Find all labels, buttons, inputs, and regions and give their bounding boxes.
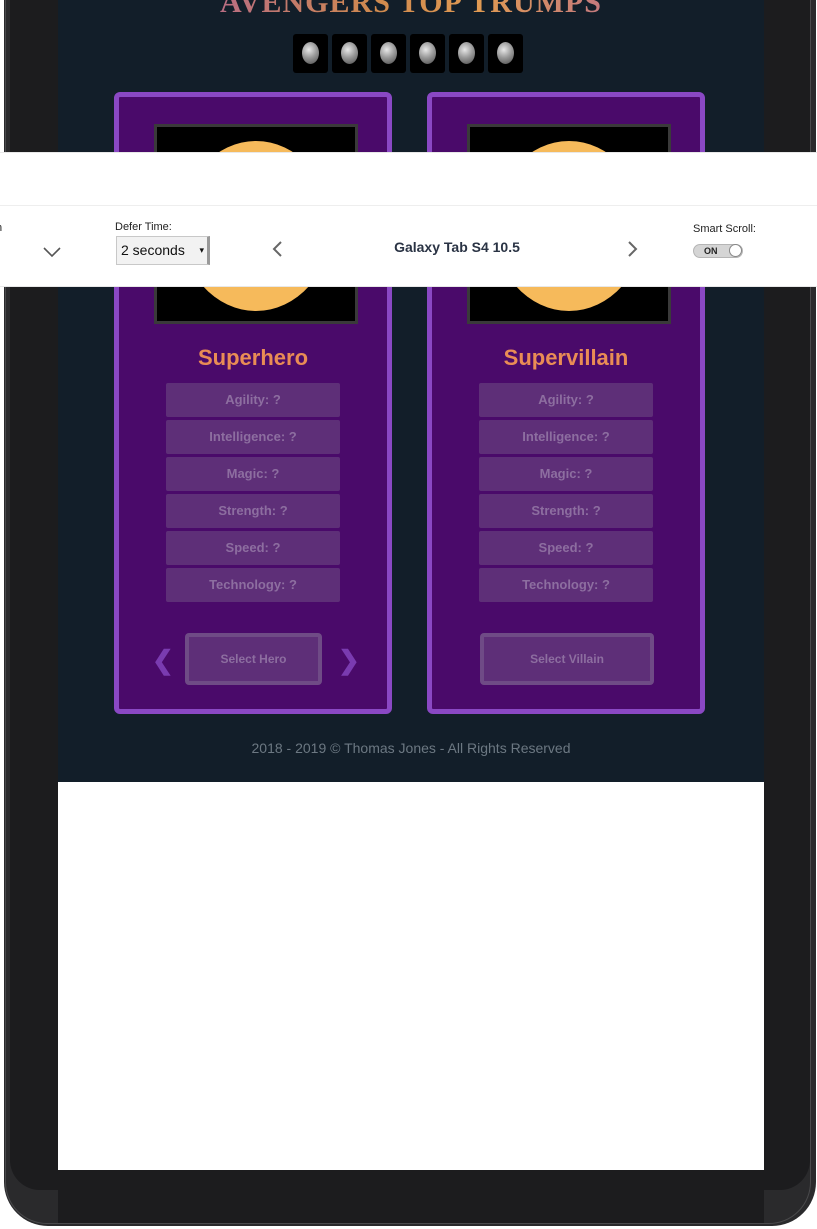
stone-slot (371, 34, 406, 73)
villain-stat-magic[interactable]: Magic: ? (479, 457, 653, 491)
gem-icon (497, 42, 514, 64)
gem-icon (419, 42, 436, 64)
prev-hero-arrow-icon[interactable]: ❮ (152, 645, 174, 675)
toggle-knob (729, 244, 742, 257)
responsive-toolbar: n Defer Time: 2 seconds ▾ Galaxy Tab S4 … (0, 152, 817, 287)
copyright-footer: 2018 - 2019 © Thomas Jones - All Rights … (251, 740, 571, 756)
villain-stat-technology[interactable]: Technology: ? (479, 568, 653, 602)
gem-icon (458, 42, 475, 64)
smart-scroll-label: Smart Scroll: (693, 223, 756, 235)
gem-icon (302, 42, 319, 64)
hero-stat-technology[interactable]: Technology: ? (166, 568, 340, 602)
toolbar-divider (0, 205, 817, 206)
hero-stat-magic[interactable]: Magic: ? (166, 457, 340, 491)
stone-slot (449, 34, 484, 73)
villain-stat-agility[interactable]: Agility: ? (479, 383, 653, 417)
infinity-stones (293, 34, 523, 74)
game-title: AVENGERS TOP TRUMPS (58, 0, 764, 20)
hero-stat-agility[interactable]: Agility: ? (166, 383, 340, 417)
villain-stat-strength[interactable]: Strength: ? (479, 494, 653, 528)
villain-stats: Agility: ? Intelligence: ? Magic: ? Stre… (479, 383, 653, 605)
villain-stat-speed[interactable]: Speed: ? (479, 531, 653, 565)
stone-slot (293, 34, 328, 73)
truncated-label: n (0, 222, 2, 234)
villain-stat-intelligence[interactable]: Intelligence: ? (479, 420, 653, 454)
chevron-down-icon[interactable] (41, 241, 63, 263)
defer-time-value: 2 seconds (121, 242, 185, 258)
smart-scroll-toggle[interactable]: ON (693, 244, 743, 258)
gem-icon (341, 42, 358, 64)
hero-stat-strength[interactable]: Strength: ? (166, 494, 340, 528)
device-name: Galaxy Tab S4 10.5 (394, 239, 520, 255)
chevron-left-icon[interactable] (267, 237, 287, 261)
select-hero-button[interactable]: Select Hero (185, 633, 322, 685)
next-hero-arrow-icon[interactable]: ❯ (338, 645, 360, 675)
hero-stats: Agility: ? Intelligence: ? Magic: ? Stre… (166, 383, 340, 605)
stone-slot (488, 34, 523, 73)
gem-icon (380, 42, 397, 64)
stone-slot (332, 34, 367, 73)
game-app: AVENGERS TOP TRUMPS Superhero Agility: ?… (58, 0, 764, 782)
hero-stat-speed[interactable]: Speed: ? (166, 531, 340, 565)
hero-card-title: Superhero (197, 345, 309, 370)
defer-time-label: Defer Time: (115, 221, 172, 233)
hero-stat-intelligence[interactable]: Intelligence: ? (166, 420, 340, 454)
stone-slot (410, 34, 445, 73)
defer-time-select[interactable]: 2 seconds ▾ (116, 236, 210, 265)
tablet-bezel-bottom (58, 1170, 764, 1224)
villain-card-title: Supervillain (503, 345, 629, 370)
select-caret-icon: ▾ (199, 245, 204, 255)
toggle-state: ON (704, 246, 718, 256)
select-villain-button[interactable]: Select Villain (480, 633, 654, 685)
chevron-right-icon[interactable] (623, 237, 643, 261)
